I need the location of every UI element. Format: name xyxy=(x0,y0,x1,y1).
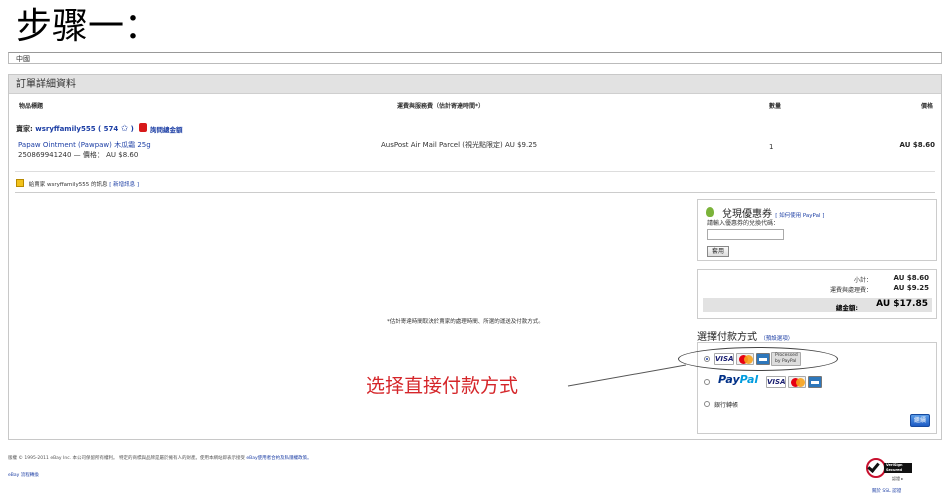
user-agreement-link[interactable]: eBay使用者合約及私隱權政策。 xyxy=(246,456,311,461)
ssl-info-link[interactable]: 關於 SSL 認證 xyxy=(872,488,901,494)
verisign-text: VeriSign Secured xyxy=(884,463,912,473)
footer-link[interactable]: eBay 流程轉換 xyxy=(8,472,39,478)
annotation-text: 选择直接付款方式 xyxy=(366,375,519,397)
verisign-badge[interactable]: VeriSign Secured 認證 ▸ xyxy=(864,458,912,482)
footer-copyright: 版權 © 1995-2011 eBay Inc. 本公司保留所有權利。 特定的商… xyxy=(8,455,312,461)
verisign-small: 認證 ▸ xyxy=(892,476,904,481)
annotation-arrow xyxy=(567,364,687,387)
copyright-text: 版權 © 1995-2011 eBay Inc. 本公司保留所有權利。 特定的商… xyxy=(8,456,245,461)
